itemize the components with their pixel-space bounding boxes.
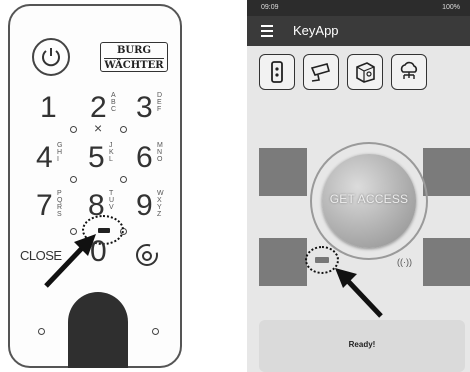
- unlock-icon[interactable]: [134, 242, 160, 268]
- hamburger-menu-icon[interactable]: [261, 25, 273, 37]
- key-letters: P Q R S: [57, 190, 63, 218]
- key-6[interactable]: 6 M N O: [136, 138, 176, 178]
- pad-top-left: [259, 148, 307, 196]
- camera-tool-button[interactable]: [303, 54, 339, 90]
- brand-logo: BURG WÄCHTER: [100, 42, 168, 72]
- indicator-dot: [70, 126, 77, 133]
- key-3[interactable]: 3 D E F: [136, 88, 176, 128]
- indicator-dot: [152, 328, 159, 335]
- get-access-button[interactable]: GET ACCESS: [322, 154, 416, 248]
- safe-tool-button[interactable]: [347, 54, 383, 90]
- key-digit: 7: [36, 189, 53, 222]
- pad-bottom-right: [423, 238, 470, 286]
- power-icon: [42, 48, 60, 67]
- cloud-network-icon: [400, 61, 418, 79]
- key-digit: 4: [36, 141, 53, 174]
- key-digit: 9: [136, 189, 153, 222]
- key-letters: D E F: [157, 92, 163, 113]
- key-letters: A B C: [111, 92, 117, 113]
- brand-line-2: WÄCHTER: [104, 58, 164, 71]
- key-7[interactable]: 7 P Q R S: [36, 186, 76, 226]
- status-time: 09:09: [261, 4, 279, 11]
- safe-icon: [356, 62, 375, 83]
- phone-screen: 09:09 100% KeyApp GET ACCESS ((·)) Ready…: [247, 0, 470, 372]
- status-message: Ready!: [348, 340, 376, 349]
- key-digit: 1: [40, 91, 57, 124]
- status-panel: Ready!: [259, 320, 465, 372]
- indicator-dot: [120, 176, 127, 183]
- key-5[interactable]: 5 J K L: [88, 138, 128, 178]
- key-letters: J K L: [109, 142, 114, 163]
- status-bar: 09:09 100%: [247, 0, 470, 16]
- key-4[interactable]: 4 G H I: [36, 138, 76, 178]
- power-button[interactable]: [32, 38, 70, 76]
- pad-bottom-left: [259, 238, 307, 286]
- key-9[interactable]: 9 W X Y Z: [136, 186, 176, 226]
- pointer-arrow-icon: [44, 234, 96, 288]
- brand-line-1: BURG: [116, 45, 152, 56]
- app-title: KeyApp: [293, 23, 339, 38]
- keypad-icon: [271, 61, 283, 83]
- indicator-dot: [120, 126, 127, 133]
- wireless-signal-icon: ((·)): [397, 257, 412, 267]
- camera-icon: [310, 63, 330, 82]
- indicator-dot: [70, 176, 77, 183]
- key-letters: T U V: [109, 190, 115, 211]
- key-digit: 3: [136, 91, 153, 124]
- key-digit: 5: [88, 141, 105, 174]
- key-digit: 6: [136, 141, 153, 174]
- key-letters: W X Y Z: [157, 190, 164, 218]
- get-access-label: GET ACCESS: [329, 192, 409, 206]
- cloud-tool-button[interactable]: [391, 54, 427, 90]
- key-letters: M N O: [157, 142, 163, 163]
- key-letters: G H I: [57, 142, 63, 163]
- keypad-tool-button[interactable]: [259, 54, 295, 90]
- battery-level: 100%: [442, 4, 460, 11]
- indicator-dot: [38, 328, 45, 335]
- pad-top-right: [423, 148, 470, 196]
- keypad-device: BURG WÄCHTER 1 2 A B C 3 D E F × 4 G H I…: [8, 4, 182, 368]
- app-bar: KeyApp: [247, 16, 470, 46]
- cross-mark: ×: [94, 120, 103, 136]
- pointer-arrow-icon: [335, 268, 383, 318]
- key-1[interactable]: 1: [40, 88, 80, 128]
- door-handle: [68, 292, 128, 368]
